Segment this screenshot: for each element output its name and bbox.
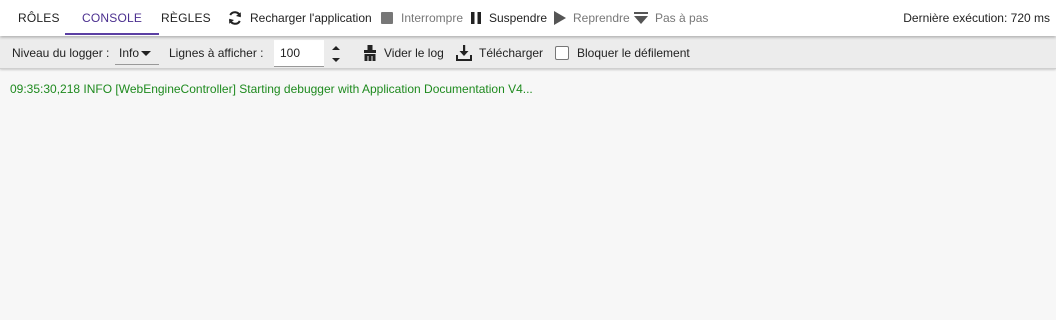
interrupt-label: Interrompre xyxy=(401,11,464,25)
tab-console-label: CONSOLE xyxy=(82,11,143,25)
download-label: Télécharger xyxy=(479,46,544,60)
download-button[interactable]: Télécharger xyxy=(456,37,543,69)
step-icon xyxy=(634,11,648,25)
lines-stepper[interactable] xyxy=(326,40,346,68)
reload-app-button[interactable]: Recharger l'application xyxy=(227,0,372,36)
step-button[interactable]: Pas à pas xyxy=(634,0,708,36)
refresh-icon xyxy=(227,11,243,25)
log-line: 09:35:30,218 INFO [WebEngineController] … xyxy=(10,82,533,96)
eraser-icon xyxy=(363,45,377,61)
tab-roles[interactable]: RÔLES xyxy=(18,0,60,36)
suspend-button[interactable]: Suspendre xyxy=(470,0,547,36)
console-toolbar: Niveau du logger : Info Lignes à affiche… xyxy=(0,37,1056,69)
lock-scroll-label[interactable]: Bloquer le défilement xyxy=(577,37,690,69)
top-bar: RÔLES CONSOLE RÈGLES Recharger l'applica… xyxy=(0,0,1056,36)
clear-log-button[interactable]: Vider le log xyxy=(363,37,444,69)
stop-icon xyxy=(380,11,394,25)
pause-icon xyxy=(470,11,482,25)
interrupt-button[interactable]: Interrompre xyxy=(380,0,463,36)
resume-label: Reprendre xyxy=(573,11,630,25)
download-icon xyxy=(456,45,472,61)
suspend-label: Suspendre xyxy=(489,11,548,25)
last-run-time: Dernière exécution: 720 ms xyxy=(903,11,1050,25)
logger-level-value: Info xyxy=(119,46,140,60)
resume-button[interactable]: Reprendre xyxy=(554,0,630,36)
lines-to-show-input[interactable] xyxy=(274,40,324,67)
reload-app-label: Recharger l'application xyxy=(250,11,372,25)
clear-log-label: Vider le log xyxy=(384,46,444,60)
logger-level-select[interactable]: Info xyxy=(115,41,159,65)
lines-to-show-label: Lignes à afficher : xyxy=(169,46,264,60)
stepper-up-icon[interactable] xyxy=(332,46,340,50)
play-icon xyxy=(554,11,566,25)
step-label: Pas à pas xyxy=(655,11,709,25)
logger-level-label: Niveau du logger : xyxy=(12,46,110,60)
lock-scroll-checkbox[interactable] xyxy=(555,46,569,60)
log-output: 09:35:30,218 INFO [WebEngineController] … xyxy=(0,70,1056,320)
caret-down-icon xyxy=(141,51,151,56)
tab-rules[interactable]: RÈGLES xyxy=(161,0,211,36)
stepper-down-icon[interactable] xyxy=(332,58,340,62)
tab-console[interactable]: CONSOLE xyxy=(65,0,160,36)
